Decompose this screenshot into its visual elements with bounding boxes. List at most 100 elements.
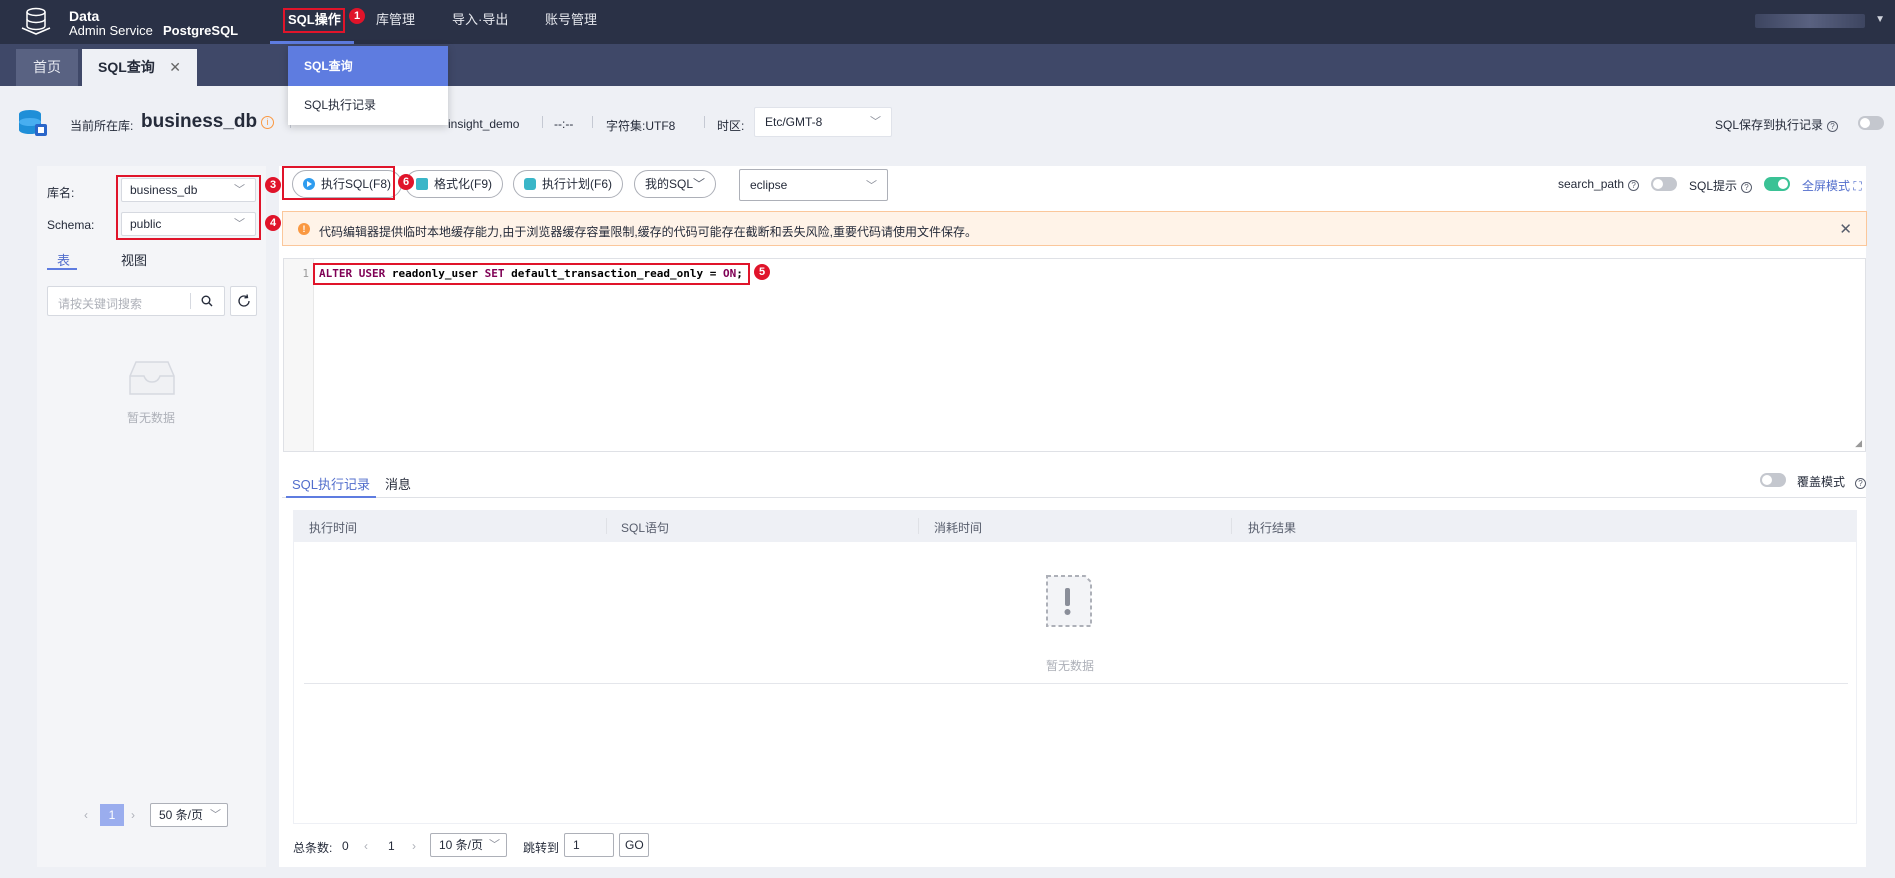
editor-theme-select[interactable]: eclipse ﹀ — [739, 169, 888, 201]
sql-hint-label: SQL提示? — [1689, 177, 1753, 194]
history-table-body: 暂无数据 — [293, 542, 1857, 824]
menu-item-sql-history[interactable]: SQL执行记录 — [288, 86, 448, 125]
refresh-icon — [238, 294, 250, 307]
schema-label: Schema: — [47, 218, 95, 232]
tab-tables[interactable]: 表 — [57, 250, 70, 269]
current-db-name: business_db — [141, 111, 258, 132]
timezone-select[interactable]: Etc/GMT-8 ﹀ — [754, 107, 892, 137]
column-header: SQL语句 — [621, 521, 670, 535]
timezone-value: Etc/GMT-8 — [765, 115, 823, 129]
format-button[interactable]: 格式化(F9) — [405, 170, 503, 198]
annotation-badge: 5 — [754, 264, 770, 280]
chevron-down-icon: ﹀ — [866, 180, 877, 192]
search-icon[interactable] — [201, 295, 213, 307]
sql-operations-menu: SQL查询 SQL执行记录 — [288, 46, 448, 125]
divider — [918, 518, 919, 534]
chevron-down-icon: ﹀ — [234, 218, 245, 230]
db-label: 库名: — [47, 186, 75, 200]
annotation-badge: 3 — [265, 177, 281, 193]
chevron-down-icon: ﹀ — [489, 839, 500, 851]
next-page-icon[interactable]: › — [131, 808, 135, 822]
go-button[interactable]: GO — [619, 833, 649, 857]
help-icon[interactable]: ? — [1628, 180, 1640, 191]
sql-editor[interactable]: 1 ALTER USER readonly_user SET default_t… — [283, 258, 1866, 452]
my-sql-button[interactable]: 我的SQL﹀ — [634, 170, 717, 198]
top-navbar: Data Admin Service PostgreSQL SQL操作 库管理 … — [0, 0, 1895, 44]
divider — [606, 518, 607, 534]
prev-page-icon[interactable]: ‹ — [364, 839, 368, 853]
go-label: GO — [625, 838, 644, 852]
page-number[interactable]: 1 — [388, 839, 395, 853]
tab-sql-history[interactable]: SQL执行记录 — [292, 474, 370, 493]
engine-label: PostgreSQL — [163, 23, 239, 38]
explain-plan-button[interactable]: 执行计划(F6) — [513, 170, 623, 198]
tab-home[interactable]: 首页 — [16, 49, 78, 86]
editor-gutter: 1 — [284, 259, 314, 451]
help-icon[interactable]: ? — [1827, 121, 1838, 132]
resize-handle-icon[interactable]: ◢ — [1855, 438, 1862, 449]
schema-select[interactable]: public ﹀ — [121, 212, 256, 236]
close-icon[interactable]: ✕ — [1839, 220, 1852, 238]
search-path-label: search_path? — [1558, 177, 1640, 191]
nav-db-management[interactable]: 库管理 — [376, 0, 415, 44]
goto-page-value: 1 — [573, 838, 580, 852]
prev-page-icon[interactable]: ‹ — [84, 808, 88, 822]
divider — [542, 116, 543, 128]
nav-sql-operations[interactable]: SQL操作 — [288, 0, 341, 44]
chevron-down-icon: ﹀ — [870, 116, 881, 128]
chevron-down-icon: ﹀ — [234, 184, 245, 196]
sql-hint-toggle[interactable] — [1764, 177, 1790, 191]
chevron-down-icon: ﹀ — [693, 177, 706, 191]
search-placeholder: 请按关键词搜索 — [58, 297, 143, 311]
timezone-label: 时区: — [717, 119, 745, 133]
search-path-toggle[interactable] — [1651, 177, 1677, 191]
overlay-mode-label: 覆盖模式? — [1797, 473, 1867, 490]
chevron-down-icon[interactable]: ▼ — [1875, 14, 1885, 25]
goto-page-input[interactable]: 1 — [564, 833, 614, 857]
run-sql-button[interactable]: 执行SQL(F8) — [292, 170, 403, 198]
info-icon[interactable]: i — [261, 116, 274, 129]
next-page-icon[interactable]: › — [412, 839, 416, 853]
left-panel — [37, 166, 266, 867]
page-size-value: 10 条/页 — [439, 838, 484, 852]
divider — [592, 116, 593, 128]
page-size-select[interactable]: 10 条/页 ﹀ — [430, 833, 507, 857]
warning-icon: ! — [298, 223, 310, 235]
fullscreen-icon: ⛶ — [1853, 179, 1862, 193]
explain-plan-label: 执行计划(F6) — [542, 177, 612, 191]
database-icon — [19, 110, 47, 136]
schema-select-value: public — [130, 217, 162, 231]
total-label: 总条数: — [293, 841, 333, 855]
user-account[interactable] — [1755, 14, 1865, 28]
db-select[interactable]: business_db ﹀ — [121, 178, 256, 202]
tab-messages[interactable]: 消息 — [385, 474, 411, 493]
page-number[interactable]: 1 — [100, 804, 124, 826]
empty-state-text: 暂无数据 — [127, 411, 176, 425]
overlay-mode-toggle[interactable] — [1760, 473, 1786, 487]
page-tabs-bar: 首页 SQL查询 ✕ — [0, 44, 1895, 86]
fullscreen-button[interactable]: 全屏模式 ⛶ — [1802, 177, 1862, 194]
active-tab-indicator — [286, 496, 376, 498]
chevron-down-icon: ﹀ — [210, 809, 221, 821]
tab-views[interactable]: 视图 — [121, 250, 147, 269]
annotation-badge: 4 — [265, 215, 281, 231]
active-tab-indicator — [47, 268, 77, 270]
menu-item-sql-query[interactable]: SQL查询 — [288, 46, 448, 86]
tab-sql-query[interactable]: SQL查询 ✕ — [82, 49, 197, 86]
close-icon[interactable]: ✕ — [169, 49, 181, 86]
page-size-select[interactable]: 50 条/页 ﹀ — [150, 803, 228, 827]
save-to-history-toggle[interactable] — [1858, 116, 1884, 130]
nav-import-export[interactable]: 导入·导出 — [452, 0, 508, 44]
table-search-input[interactable]: 请按关键词搜索 — [47, 286, 225, 316]
divider — [190, 293, 191, 309]
refresh-button[interactable] — [230, 286, 257, 316]
total-count: 0 — [342, 839, 349, 853]
brand-name: Data — [69, 8, 100, 24]
brand-subtitle: Admin Service — [69, 23, 153, 38]
help-icon[interactable]: ? — [1741, 182, 1753, 193]
tab-sql-query-label: SQL查询 — [98, 59, 155, 75]
sql-code-line[interactable]: ALTER USER readonly_user SET default_tra… — [319, 267, 743, 280]
help-icon[interactable]: ? — [1855, 478, 1867, 489]
current-db-label: 当前所在库: — [70, 119, 134, 133]
nav-account-management[interactable]: 账号管理 — [545, 0, 597, 44]
